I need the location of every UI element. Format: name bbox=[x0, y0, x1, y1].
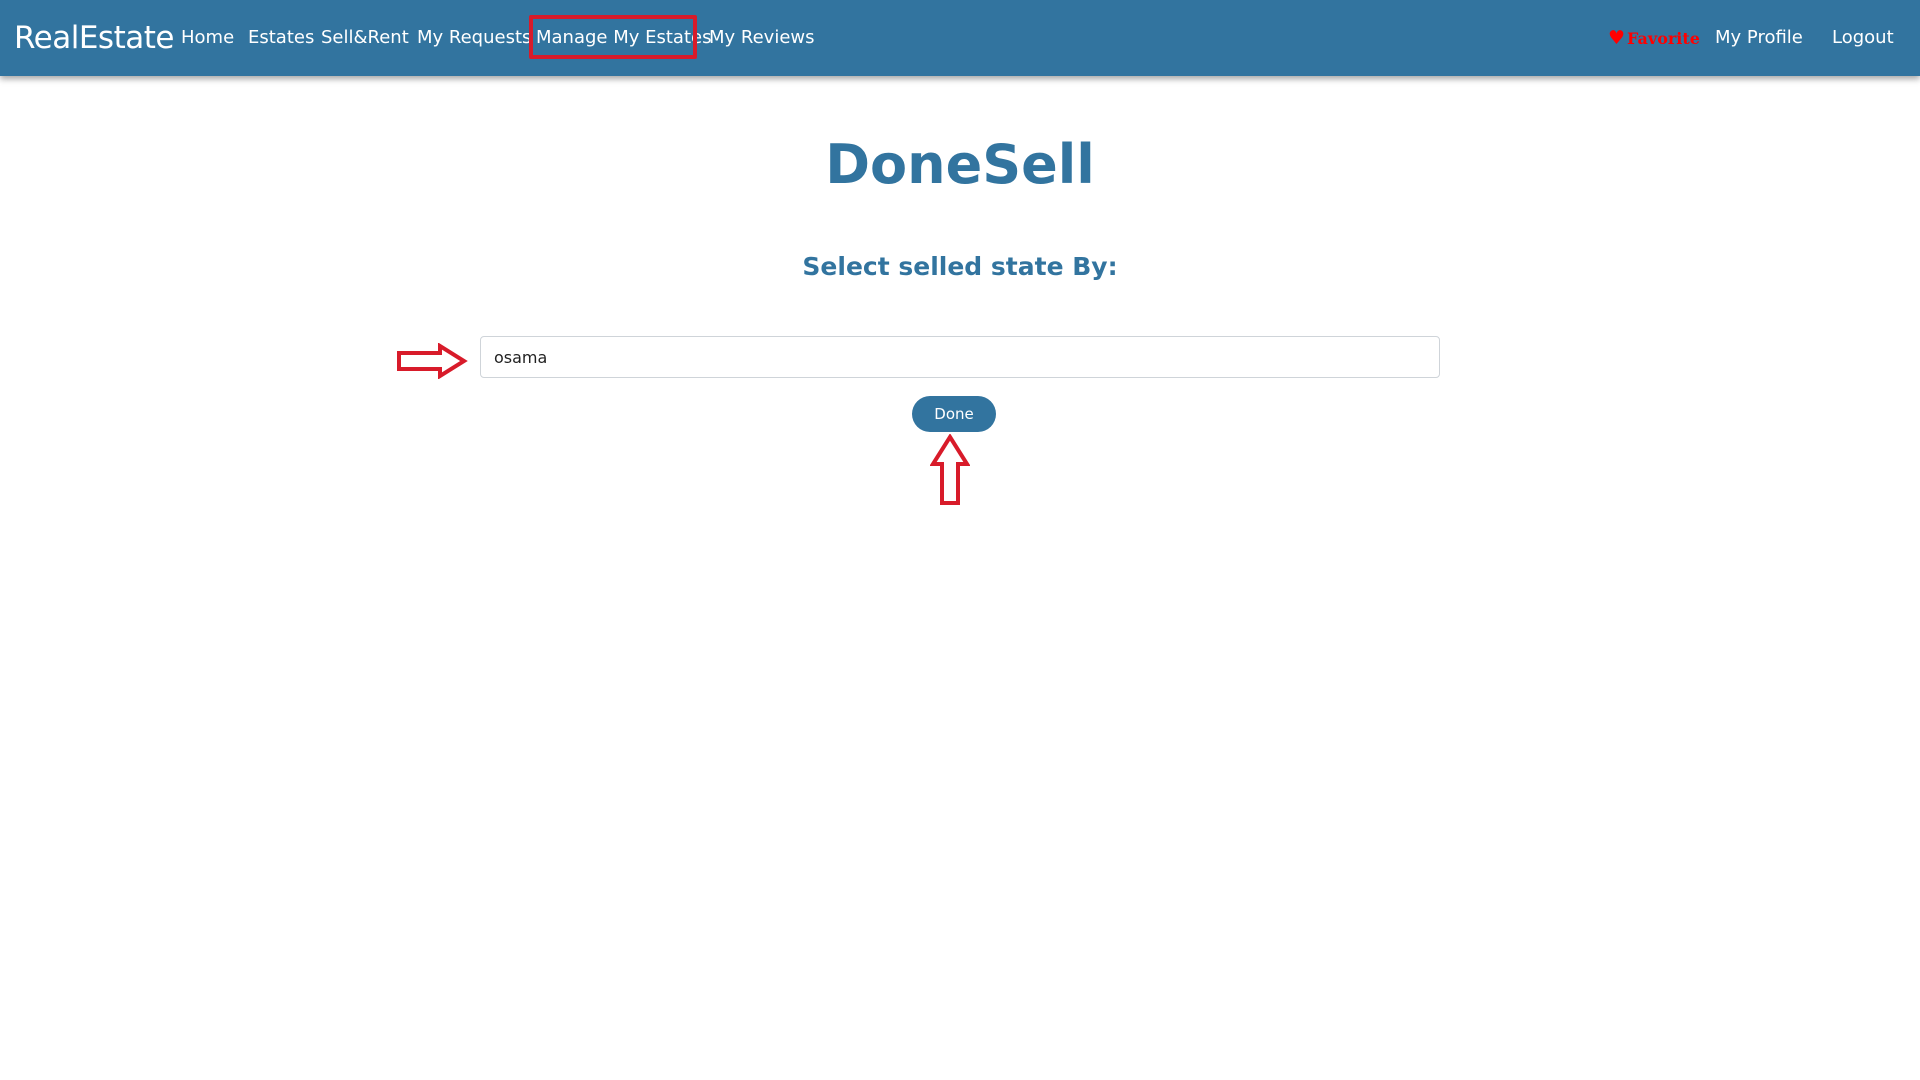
done-button[interactable]: Done bbox=[912, 396, 996, 432]
selled-by-input[interactable] bbox=[480, 336, 1440, 378]
page-title: DoneSell bbox=[825, 133, 1095, 196]
arrow-up-icon bbox=[930, 434, 970, 505]
arrow-right-icon bbox=[397, 343, 468, 379]
page-subtitle: Select selled state By: bbox=[802, 252, 1118, 281]
nav-home[interactable]: Home bbox=[181, 26, 234, 50]
nav-logout[interactable]: Logout bbox=[1832, 26, 1894, 50]
nav-manage-my-estates[interactable]: Manage My Estates bbox=[536, 26, 711, 50]
favorite-label: Favorite bbox=[1627, 29, 1700, 48]
nav-estates[interactable]: Estates bbox=[248, 26, 314, 50]
top-navbar: RealEstate Home Estates Sell&Rent My Req… bbox=[0, 0, 1920, 76]
nav-sell-rent[interactable]: Sell&Rent bbox=[321, 26, 409, 50]
nav-favorite[interactable]: ♥ Favorite bbox=[1608, 27, 1700, 50]
nav-my-profile[interactable]: My Profile bbox=[1715, 26, 1803, 50]
nav-my-reviews[interactable]: My Reviews bbox=[709, 26, 815, 50]
nav-my-requests[interactable]: My Requests bbox=[417, 26, 531, 50]
brand-logo[interactable]: RealEstate bbox=[14, 18, 174, 58]
heart-icon: ♥ bbox=[1608, 27, 1626, 49]
